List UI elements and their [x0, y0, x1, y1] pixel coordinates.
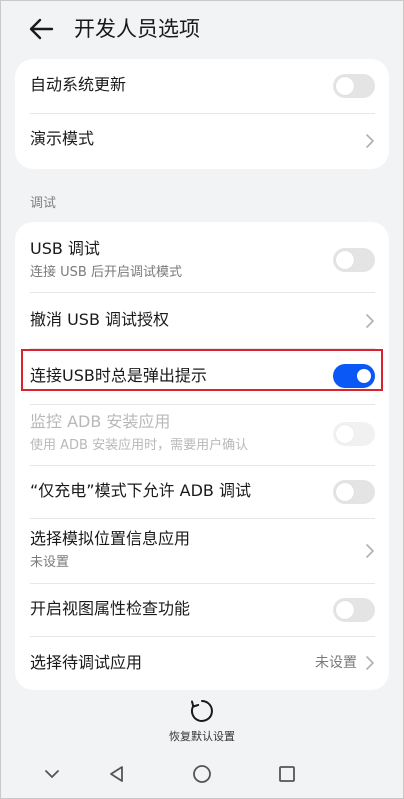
- usb-debug-row[interactable]: USB 调试 连接 USB 后开启调试模式: [15, 222, 389, 292]
- general-settings-card: 自动系统更新 演示模式: [15, 59, 389, 169]
- header: 开发人员选项: [0, 0, 404, 58]
- back-triangle-icon[interactable]: [105, 762, 129, 786]
- select-debug-app-row[interactable]: 选择待调试应用 未设置: [15, 637, 389, 690]
- usb-debug-toggle[interactable]: [333, 248, 375, 272]
- toggle-knob: [336, 483, 354, 501]
- reset-defaults-label: 恢复默认设置: [169, 730, 235, 743]
- demo-mode-row[interactable]: 演示模式: [15, 114, 389, 169]
- auto-system-update-label: 自动系统更新: [30, 75, 127, 94]
- system-navigation-bar: [0, 758, 404, 790]
- usb-debug-label: USB 调试: [30, 239, 100, 258]
- toggle-knob: [336, 251, 354, 269]
- select-debug-app-value: 未设置: [315, 655, 357, 671]
- usb-debug-subtitle: 连接 USB 后开启调试模式: [30, 265, 182, 280]
- monitor-adb-install-label: 监控 ADB 安装应用: [30, 412, 171, 431]
- debug-settings-card: USB 调试 连接 USB 后开启调试模式 撤消 USB 调试授权 连接USB时…: [15, 222, 389, 690]
- charge-only-adb-label: “仅充电”模式下允许 ADB 调试: [30, 481, 251, 500]
- revoke-usb-auth-row[interactable]: 撤消 USB 调试授权: [15, 293, 389, 348]
- reset-icon: [190, 700, 213, 722]
- reset-defaults-button[interactable]: 恢复默认设置: [0, 690, 404, 750]
- monitor-adb-install-row: 监控 ADB 安装应用 使用 ADB 安装应用时，需要用户确认: [15, 405, 389, 465]
- back-arrow-icon[interactable]: [26, 14, 56, 44]
- view-attribute-inspection-toggle[interactable]: [333, 598, 375, 622]
- mock-location-app-row[interactable]: 选择模拟位置信息应用 未设置: [15, 519, 389, 583]
- monitor-adb-install-toggle: [333, 422, 375, 446]
- monitor-adb-install-subtitle: 使用 ADB 安装应用时，需要用户确认: [30, 438, 249, 453]
- mock-location-app-label: 选择模拟位置信息应用: [30, 529, 191, 548]
- toggle-knob: [336, 601, 354, 619]
- select-debug-app-label: 选择待调试应用: [30, 653, 143, 672]
- charge-only-adb-toggle[interactable]: [333, 480, 375, 504]
- auto-system-update-row[interactable]: 自动系统更新: [15, 59, 389, 113]
- chevron-right-icon: [366, 544, 374, 558]
- chevron-down-icon[interactable]: [40, 762, 64, 786]
- chevron-right-icon: [366, 656, 374, 670]
- view-attribute-inspection-row[interactable]: 开启视图属性检查功能: [15, 584, 389, 636]
- demo-mode-label: 演示模式: [30, 129, 95, 148]
- charge-only-adb-row[interactable]: “仅充电”模式下允许 ADB 调试: [15, 466, 389, 518]
- toggle-knob: [336, 77, 354, 95]
- section-label-debug: 调试: [30, 196, 57, 211]
- chevron-right-icon: [366, 314, 374, 328]
- view-attribute-inspection-label: 开启视图属性检查功能: [30, 599, 191, 618]
- highlight-box: [21, 349, 383, 391]
- page-title: 开发人员选项: [74, 17, 200, 41]
- mock-location-app-subtitle: 未设置: [30, 555, 70, 570]
- chevron-right-icon: [366, 134, 374, 148]
- home-circle-icon[interactable]: [190, 762, 214, 786]
- recents-square-icon[interactable]: [275, 762, 299, 786]
- revoke-usb-auth-label: 撤消 USB 调试授权: [30, 310, 170, 329]
- auto-system-update-toggle[interactable]: [333, 74, 375, 98]
- toggle-knob: [336, 425, 354, 443]
